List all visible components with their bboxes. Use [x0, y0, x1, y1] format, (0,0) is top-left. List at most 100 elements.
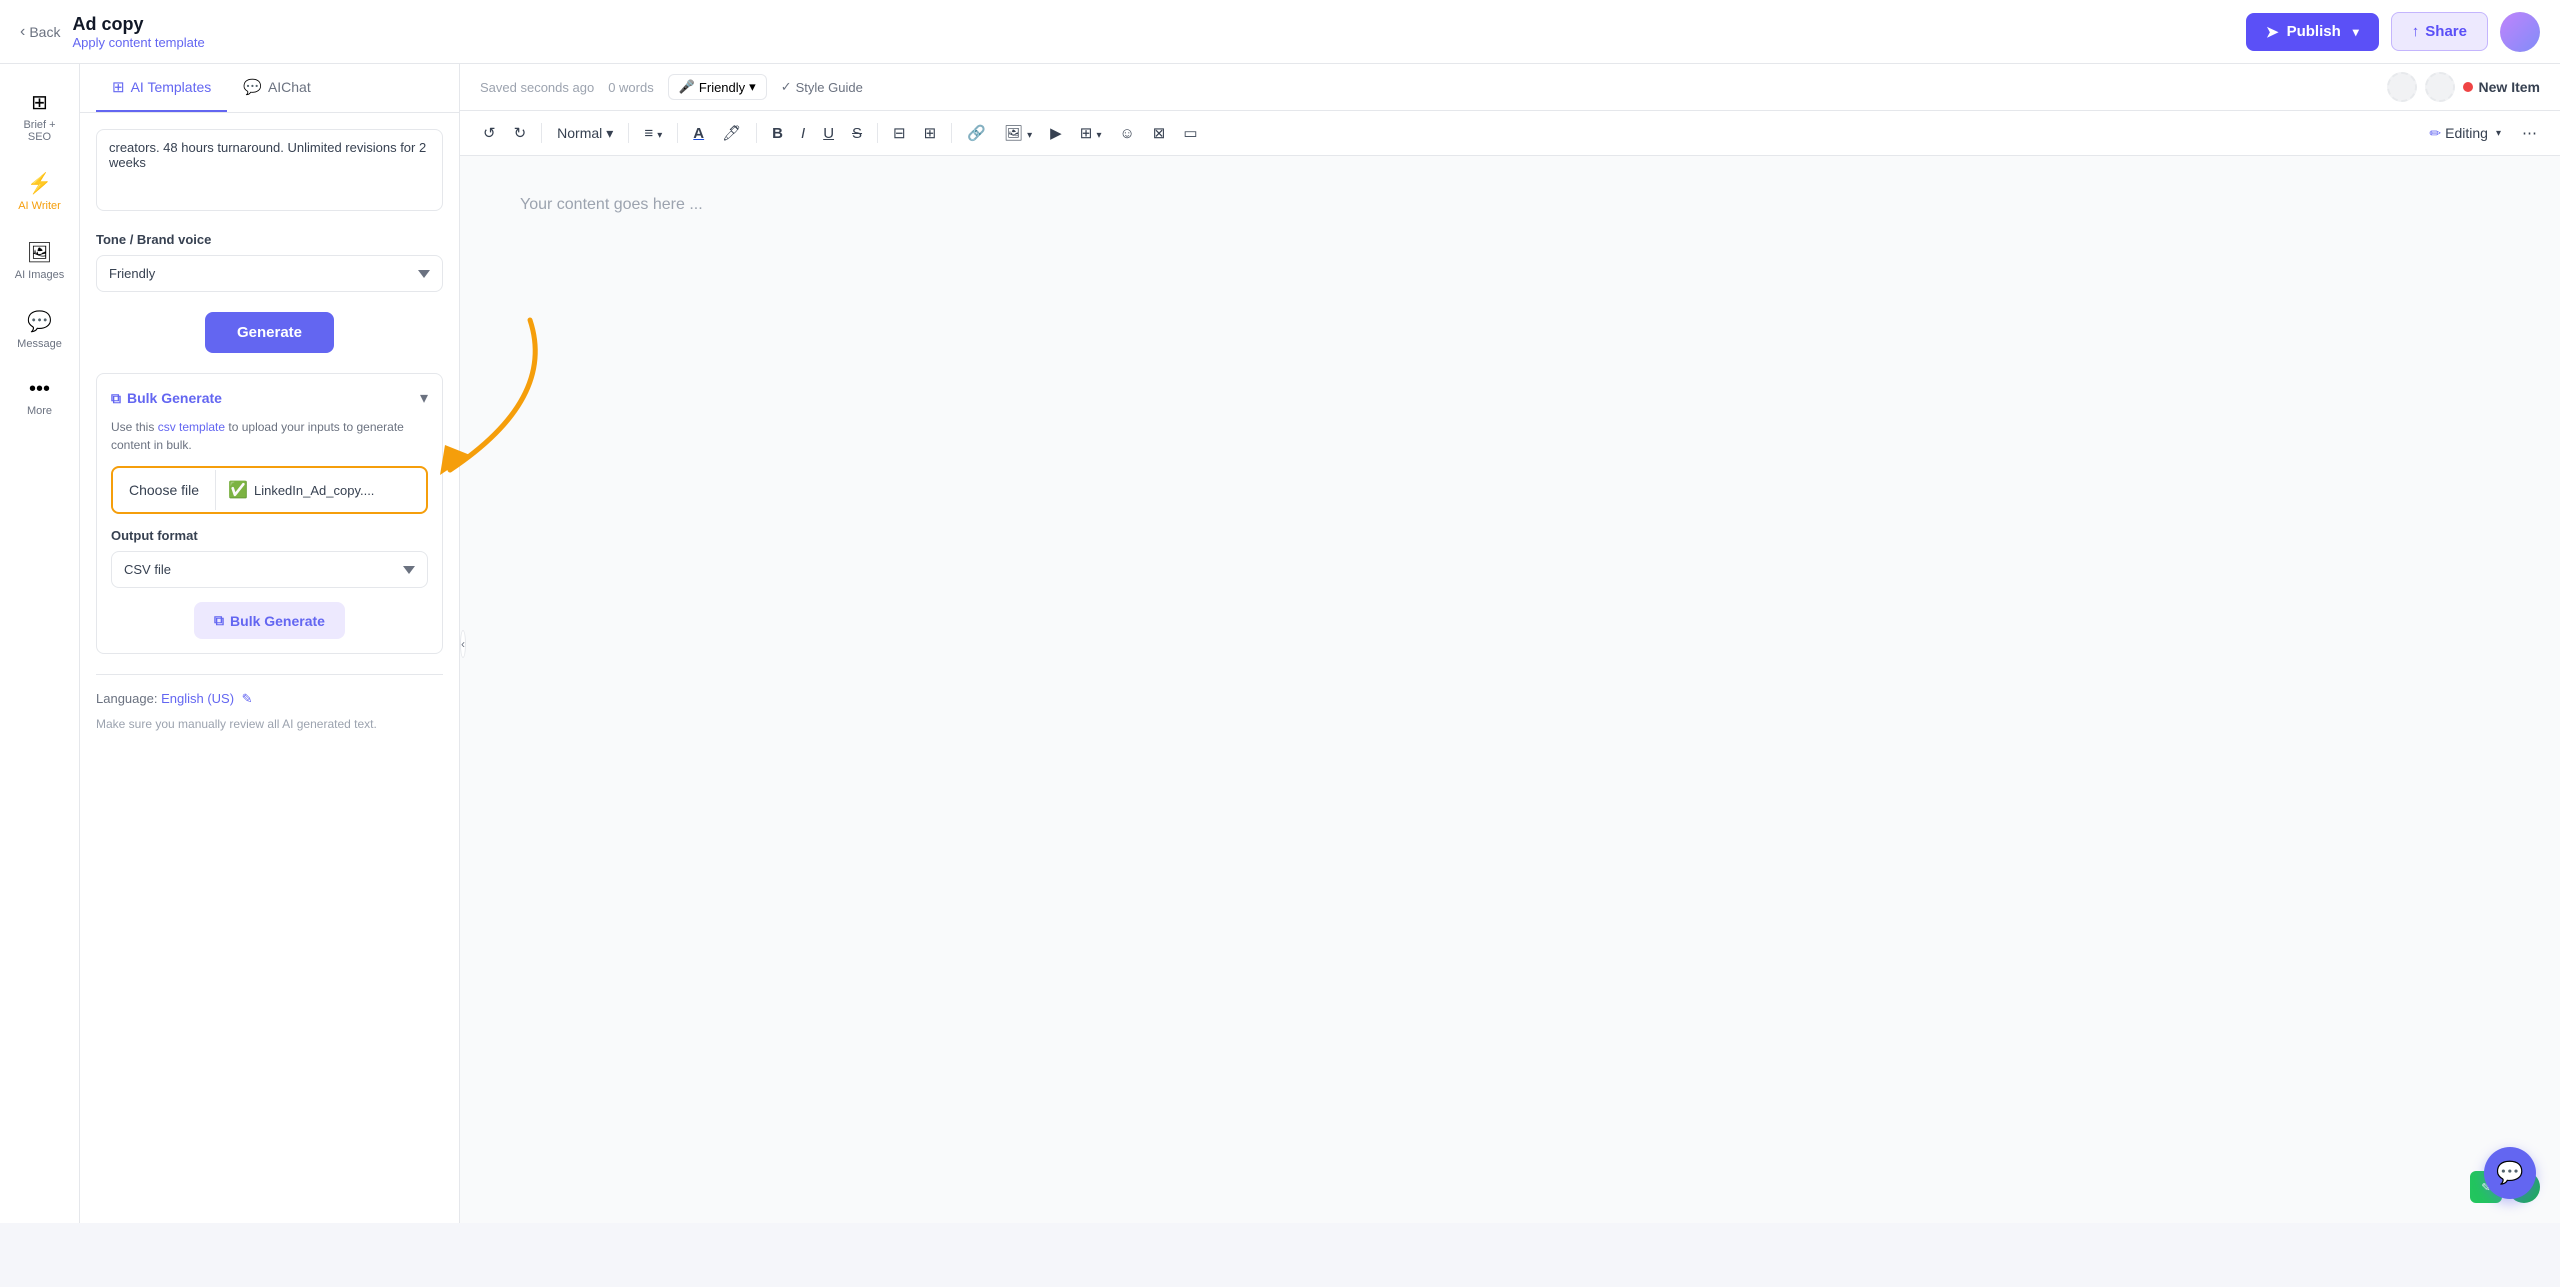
choose-file-button[interactable]: Choose file: [113, 470, 216, 510]
text-color-icon: A: [693, 125, 704, 142]
sidebar-item-more[interactable]: ••• More: [5, 368, 75, 427]
new-item-button[interactable]: New Item: [2463, 79, 2540, 95]
align-icon: ≡: [644, 125, 653, 142]
editor-body-wrapper: Your content goes here ... ✎ G: [460, 156, 2560, 1223]
redo-button[interactable]: ↻: [507, 119, 534, 147]
strikethrough-icon: S: [852, 125, 862, 142]
ordered-list-button[interactable]: ⊞: [917, 119, 944, 147]
underline-button[interactable]: U: [816, 120, 841, 147]
sidebar-item-message[interactable]: 💬 Message: [5, 299, 75, 360]
sidebar-item-ai-images[interactable]: 🖼 AI Images: [5, 230, 75, 291]
editing-pencil-icon: ✏: [2429, 125, 2441, 142]
chat-bubble-button[interactable]: 💬: [2484, 1147, 2536, 1199]
ordered-list-icon: ⊞: [924, 125, 937, 142]
bulk-title: ⧉ Bulk Generate: [111, 390, 222, 407]
bulk-collapse-icon[interactable]: ▾: [420, 388, 428, 408]
highlight-button[interactable]: 🖊: [715, 119, 748, 147]
bulk-title-label: Bulk Generate: [127, 390, 222, 406]
align-button[interactable]: ≡ ▾: [637, 120, 669, 147]
main-layout: ⊞ Brief + SEO ⚡ AI Writer 🖼 AI Images 💬 …: [0, 64, 2560, 1223]
share-button[interactable]: ↑ Share: [2391, 12, 2488, 51]
strikethrough-button[interactable]: S: [845, 120, 869, 147]
mic-icon: 🎤: [679, 79, 695, 95]
publish-chevron-icon: ▾: [2353, 25, 2359, 39]
style-guide-icon: ✓: [781, 79, 792, 95]
aichat-tab-label: AIChat: [268, 79, 311, 95]
file-input-row: Choose file ✅ LinkedIn_Ad_copy....: [111, 466, 428, 514]
emoji-icon: ☺: [1119, 125, 1134, 142]
undo-icon: ↺: [483, 125, 496, 142]
toolbar-divider-3: [677, 123, 678, 143]
tone-badge-label: Friendly: [699, 80, 745, 95]
format-select-button[interactable]: Normal ▾: [550, 120, 620, 147]
bold-button[interactable]: B: [765, 120, 790, 147]
bold-icon: B: [772, 125, 783, 142]
emoji-button[interactable]: ☺: [1112, 120, 1141, 147]
image-button[interactable]: 🖼 ▾: [997, 119, 1039, 147]
text-color-button[interactable]: A: [686, 120, 711, 147]
ai-templates-tab-icon: ⊞: [112, 78, 125, 96]
highlight-icon: 🖊: [722, 125, 741, 142]
sidebar-item-ai-writer[interactable]: ⚡ AI Writer: [5, 161, 75, 222]
output-format-select[interactable]: CSV file JSON file: [111, 551, 428, 588]
message-icon: 💬: [27, 309, 52, 334]
share-label: Share: [2425, 23, 2467, 40]
language-note: Make sure you manually review all AI gen…: [96, 715, 443, 733]
chat-bubble-icon: 💬: [2496, 1160, 2523, 1186]
language-link[interactable]: English (US): [161, 691, 234, 706]
bullet-list-button[interactable]: ⊟: [886, 119, 913, 147]
sidebar-label-brief-seo: Brief + SEO: [13, 119, 67, 143]
tone-label: Tone / Brand voice: [96, 232, 443, 247]
choose-file-label: Choose file: [129, 482, 199, 498]
editor-topbar: Saved seconds ago 0 words 🎤 Friendly ▾ ✓…: [460, 64, 2560, 111]
clear-format-button[interactable]: ⊠: [1146, 119, 1173, 147]
bulk-generate-section: ⧉ Bulk Generate ▾ Use this csv template …: [96, 373, 443, 654]
tone-select[interactable]: Friendly Professional Casual Formal: [96, 255, 443, 292]
sidebar-item-brief-seo[interactable]: ⊞ Brief + SEO: [5, 80, 75, 153]
apply-template-link[interactable]: Apply content template: [72, 35, 204, 50]
align-chevron: ▾: [657, 130, 662, 141]
publish-icon: ➤: [2266, 23, 2279, 41]
table-button[interactable]: ⊞ ▾: [1073, 119, 1109, 147]
bulk-desc-prefix: Use this: [111, 420, 158, 434]
content-textarea[interactable]: creators. 48 hours turnaround. Unlimited…: [96, 129, 443, 211]
publish-label: Publish: [2287, 23, 2341, 40]
language-edit-icon[interactable]: ✎: [242, 691, 253, 706]
editor-actions: New Item: [2387, 72, 2540, 102]
bulk-description: Use this csv template to upload your inp…: [111, 418, 428, 454]
sidebar-label-message: Message: [17, 338, 62, 350]
back-button[interactable]: ‹ Back: [20, 23, 60, 41]
panel-wrapper: ⊞ AI Templates 💬 AIChat creators. 48 hou…: [80, 64, 460, 1223]
italic-button[interactable]: I: [794, 120, 812, 147]
bulk-generate-icon: ⧉: [214, 612, 224, 629]
user-avatar[interactable]: [2500, 12, 2540, 52]
table-icon: ⊞: [1080, 125, 1093, 142]
play-icon: ▶: [1050, 125, 1062, 142]
tab-ai-templates[interactable]: ⊞ AI Templates: [96, 64, 227, 112]
generate-button[interactable]: Generate: [205, 312, 334, 353]
link-button[interactable]: 🔗: [960, 119, 993, 147]
editor-body[interactable]: Your content goes here ...: [460, 156, 2560, 254]
more-options-button[interactable]: ⋯: [2515, 119, 2544, 147]
tab-aichat[interactable]: 💬 AIChat: [227, 64, 327, 112]
undo-button[interactable]: ↺: [476, 119, 503, 147]
tone-badge[interactable]: 🎤 Friendly ▾: [668, 74, 767, 100]
share-icon: ↑: [2412, 23, 2420, 40]
panel-collapse-button[interactable]: ‹: [460, 630, 466, 658]
bulk-generate-button[interactable]: ⧉ Bulk Generate: [194, 602, 345, 639]
editing-dropdown[interactable]: ✏ Editing ▾: [2419, 120, 2511, 147]
language-section: Language: English (US) ✎ Make sure you m…: [96, 674, 443, 733]
csv-template-link[interactable]: csv template: [158, 420, 225, 434]
play-button[interactable]: ▶: [1043, 119, 1069, 147]
link-icon: 🔗: [967, 125, 986, 142]
toolbar-divider-6: [951, 123, 952, 143]
toolbar-divider-4: [756, 123, 757, 143]
sidebar-label-ai-images: AI Images: [15, 269, 65, 281]
ai-templates-tab-label: AI Templates: [131, 79, 212, 95]
saved-text: Saved seconds ago: [480, 80, 594, 95]
word-count: 0 words: [608, 80, 654, 95]
style-guide-button[interactable]: ✓ Style Guide: [781, 79, 863, 95]
publish-button[interactable]: ➤ Publish ▾: [2246, 13, 2379, 51]
comment-icon: ▭: [1183, 125, 1197, 142]
comment-button[interactable]: ▭: [1176, 119, 1204, 147]
